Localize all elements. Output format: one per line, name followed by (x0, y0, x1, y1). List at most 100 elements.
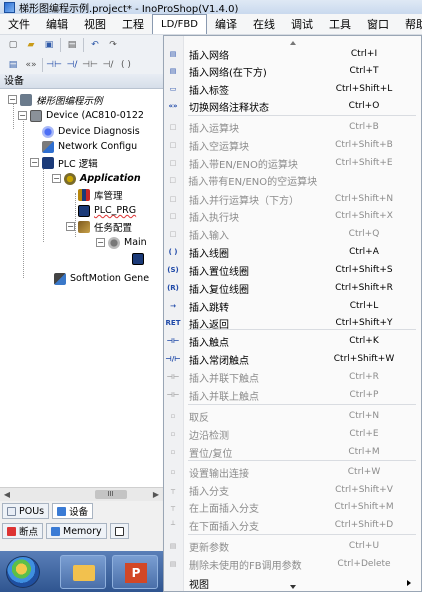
tree-node-library-manager[interactable]: 库管理 (78, 187, 123, 202)
menu-item-insert-empty-box[interactable]: □ 插入空运算块 Ctrl+Shift+B (164, 137, 421, 153)
collapse-icon[interactable]: − (30, 158, 39, 167)
menu-item-update-params[interactable]: ▤ 更新参数 Ctrl+U (164, 538, 421, 554)
menu-2[interactable]: 视图 (76, 14, 114, 34)
tab-pous[interactable]: POUs (2, 503, 50, 519)
menu-item-label: 插入跳转 (189, 302, 229, 314)
scroll-right-icon[interactable]: ▶ (149, 488, 163, 502)
menu-8[interactable]: 工具 (321, 14, 359, 34)
tree-node-plc-prg[interactable]: PLC_PRG (78, 203, 136, 218)
menu-item-set-reset[interactable]: ▫ 置位/复位 Ctrl+M (164, 444, 421, 460)
contact-icon[interactable]: ⊣⊢ (46, 58, 62, 72)
menu-item-toggle-comment[interactable]: «» 切换网络注释状态 Ctrl+O (164, 98, 421, 114)
menu-item-insert-parallel-below-contact[interactable]: ⊣⊢ 插入并联下触点 Ctrl+R (164, 369, 421, 385)
collapse-icon[interactable]: − (8, 95, 17, 104)
start-button[interactable] (6, 556, 40, 588)
menu-item-output-connection[interactable]: ▫ 设置输出连接 Ctrl+W (164, 464, 421, 480)
comment-toggle-icon[interactable]: «» (24, 58, 38, 72)
menu-4[interactable]: LD/FBD (152, 14, 207, 34)
menu-item-negate[interactable]: ▫ 取反 Ctrl+N (164, 408, 421, 424)
taskbar-powerpoint-button[interactable]: P (112, 555, 158, 589)
menu-item-insert-box[interactable]: □ 插入运算块 Ctrl+B (164, 119, 421, 135)
print-icon[interactable]: ▤ (65, 38, 79, 52)
menu-item-view[interactable]: 视图 (164, 575, 421, 591)
collapse-icon[interactable]: − (66, 222, 75, 231)
redo-icon[interactable]: ↷ (106, 38, 120, 52)
menu-item-insert-parallel-above-contact[interactable]: ⊣⊢ 插入并联上触点 Ctrl+P (164, 387, 421, 403)
menu-0[interactable]: 文件 (0, 14, 38, 34)
menu-3[interactable]: 工程 (114, 14, 152, 34)
softmotion-icon (54, 272, 66, 285)
tree-node-softmotion[interactable]: SoftMotion Gene (54, 271, 149, 286)
parallel-nc-contact-icon[interactable]: ⊣/ (101, 58, 115, 72)
collapse-icon[interactable]: − (52, 174, 61, 183)
tree-node-plc-logic[interactable]: − PLC 逻辑 (30, 155, 98, 170)
menu-5[interactable]: 编译 (207, 14, 245, 34)
horizontal-scrollbar[interactable]: ◀ III ▶ (0, 487, 163, 501)
menu-item-insert-box-en[interactable]: □ 插入带EN/ENO的运算块 Ctrl+Shift+E (164, 155, 421, 171)
menu-item-insert-branch-below[interactable]: ┴ 在下面插入分支 Ctrl+Shift+D (164, 517, 421, 533)
tab-devices[interactable]: 设备 (52, 503, 94, 519)
open-folder-icon[interactable]: ▰ (24, 38, 38, 52)
insert-branch-above-icon: ┬ (170, 503, 176, 511)
menu-item-insert-branch-above[interactable]: ┬ 在上面插入分支 Ctrl+Shift+M (164, 499, 421, 515)
tree-node-device-diagnosis[interactable]: Device Diagnosis (42, 124, 140, 139)
update-params-icon: ▤ (169, 542, 177, 550)
scroll-up-arrow-icon[interactable] (290, 41, 296, 45)
scroll-thumb[interactable]: III (94, 490, 127, 499)
tree-node-task-config[interactable]: − 任务配置 (66, 219, 132, 234)
tree-node-network-config[interactable]: Network Configu (42, 139, 137, 154)
network-icon[interactable]: ▤ (6, 58, 20, 72)
menu-item-remove-unused-params[interactable]: ▤ 删除未使用的FB调用参数 Ctrl+Delete (164, 556, 421, 572)
menu-item-insert-reset-coil[interactable]: (R) 插入复位线圈 Ctrl+Shift+R (164, 280, 421, 296)
parallel-contact-icon[interactable]: ⊣⊢ (82, 58, 98, 72)
menu-9[interactable]: 窗口 (359, 14, 397, 34)
menu-item-insert-nc-contact[interactable]: ⊣/⊢ 插入常闭触点 Ctrl+Shift+W (164, 351, 421, 367)
undo-icon[interactable]: ↶ (88, 38, 102, 52)
tab-extra[interactable] (109, 523, 129, 539)
menu-item-insert-return[interactable]: RET 插入返回 Ctrl+Shift+Y (164, 315, 421, 331)
tree-node-task-pou[interactable] (132, 251, 148, 266)
device-tree: − 梯形图编程示例 − Device (AC810-0122 Device Di… (0, 89, 163, 487)
menu-item-insert-parallel-box[interactable]: □ 插入并行运算块（下方） Ctrl+Shift+N (164, 191, 421, 207)
menu-item-insert-contact[interactable]: ⊣⊢ 插入触点 Ctrl+K (164, 333, 421, 349)
coil-icon[interactable]: ( ) (119, 58, 133, 72)
menu-7[interactable]: 调试 (283, 14, 321, 34)
pou-icon (78, 204, 90, 217)
tree-label: Device Diagnosis (58, 126, 140, 137)
menu-item-edge-detect[interactable]: ▫ 边沿检测 Ctrl+E (164, 426, 421, 442)
tree-node-device[interactable]: − Device (AC810-0122 (18, 108, 144, 123)
menu-item-insert-branch[interactable]: ┬ 插入分支 Ctrl+Shift+V (164, 482, 421, 498)
collapse-icon[interactable]: − (96, 238, 105, 247)
menu-item-insert-exec-box[interactable]: □ 插入执行块 Ctrl+Shift+X (164, 208, 421, 224)
nc-contact-icon[interactable]: ⊣/ (65, 58, 79, 72)
save-icon[interactable]: ▣ (42, 38, 56, 52)
tab-memory[interactable]: Memory (46, 523, 107, 539)
menu-item-insert-coil[interactable]: ( ) 插入线圈 Ctrl+A (164, 244, 421, 260)
taskbar: P (0, 551, 163, 592)
menu-item-insert-network-below[interactable]: ▤ 插入网络(在下方) Ctrl+T (164, 63, 421, 79)
insert-coil-icon: ( ) (168, 248, 178, 256)
taskbar-explorer-button[interactable] (60, 555, 106, 589)
menu-1[interactable]: 编辑 (38, 14, 76, 34)
tree-node-project[interactable]: − 梯形图编程示例 (8, 92, 103, 107)
tree-node-main-task[interactable]: − Main (96, 235, 147, 250)
menu-item-insert-jump[interactable]: → 插入跳转 Ctrl+L (164, 298, 421, 314)
tab-breakpoints[interactable]: 断点 (2, 523, 44, 539)
new-file-icon[interactable]: ▢ (6, 38, 20, 52)
collapse-icon[interactable]: − (18, 111, 27, 120)
tree-node-application[interactable]: − Application (52, 171, 141, 186)
application-icon (64, 172, 76, 185)
menu-item-insert-empty-box-en[interactable]: □ 插入带有EN/ENO的空运算块 (164, 172, 421, 188)
menu-item-insert-set-coil[interactable]: (S) 插入置位线圈 Ctrl+Shift+S (164, 262, 421, 278)
tree-connector (43, 162, 44, 242)
menu-item-insert-network[interactable]: ▤ 插入网络 Ctrl+I (164, 46, 421, 62)
menu-6[interactable]: 在线 (245, 14, 283, 34)
insert-branch-below-icon: ┴ (170, 521, 176, 529)
menu-item-label: 插入线圈 (189, 248, 229, 260)
menu-item-insert-input[interactable]: □ 插入输入 Ctrl+Q (164, 226, 421, 242)
menu-item-label: 插入标签 (189, 85, 229, 97)
menu-item-shortcut: Ctrl+B (349, 122, 379, 132)
menu-10[interactable]: 帮助 (397, 14, 422, 34)
scroll-left-icon[interactable]: ◀ (0, 488, 14, 502)
menu-item-insert-label[interactable]: ▭ 插入标签 Ctrl+Shift+L (164, 81, 421, 97)
